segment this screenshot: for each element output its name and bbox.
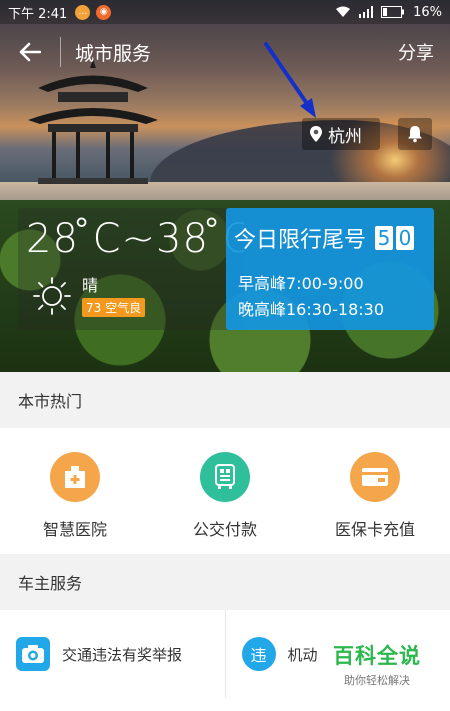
temperature-range: 28 ̊C~38 ̊C (26, 216, 244, 262)
camera-icon (16, 637, 50, 671)
watermark: 百科全说 助你轻松解决 (322, 640, 432, 688)
violation-icon: 违 (241, 637, 276, 671)
weather-condition: 晴 (82, 276, 99, 295)
hot-section-title: 本市热门 (18, 392, 83, 411)
restriction-title-row: 今日限行尾号 5 0 (234, 222, 415, 254)
watermark-title: 百科全说 (333, 644, 421, 668)
service-insurance-card-recharge[interactable]: 医保卡充值 (300, 428, 450, 554)
restriction-digit: 5 (375, 226, 394, 250)
hot-section-header: 本市热门 (0, 372, 450, 428)
service-smart-hospital[interactable]: 智慧医院 (0, 428, 150, 554)
service-label: 交通违法有奖举报 (62, 645, 183, 664)
bus-pay-icon (200, 452, 250, 502)
weather-card[interactable]: 28 ̊C~38 ̊C 晴 73 空气良 (18, 208, 244, 330)
restriction-digits: 5 0 (372, 226, 415, 250)
morning-peak-time: 早高峰7:00-9:00 (238, 274, 364, 293)
service-label: 医保卡充值 (334, 520, 415, 539)
service-label: 智慧医院 (42, 520, 107, 539)
service-bus-payment[interactable]: 公交付款 (150, 428, 300, 554)
sunny-icon (33, 277, 71, 315)
car-section-title: 车主服务 (18, 574, 83, 593)
service-traffic-violation-report[interactable]: 交通违法有奖举报 (0, 610, 226, 698)
hospital-icon (50, 452, 100, 502)
restriction-title: 今日限行尾号 (234, 228, 367, 253)
service-label: 机动 (287, 645, 318, 664)
car-section-header: 车主服务 (0, 554, 450, 610)
watermark-subtitle: 助你轻松解决 (344, 674, 410, 687)
evening-peak-time: 晚高峰16:30-18:30 (238, 300, 384, 319)
service-label: 公交付款 (192, 520, 257, 539)
hot-services-grid: 智慧医院 公交付款 医保卡充值 (0, 428, 450, 554)
air-quality-badge: 73 空气良 (82, 298, 146, 317)
restriction-digit: 0 (396, 226, 415, 250)
traffic-restriction-card[interactable]: 今日限行尾号 5 0 早高峰7:00-9:00 晚高峰16:30-18:30 (226, 208, 434, 330)
annotation-arrow (264, 42, 316, 118)
card-icon (350, 452, 400, 502)
